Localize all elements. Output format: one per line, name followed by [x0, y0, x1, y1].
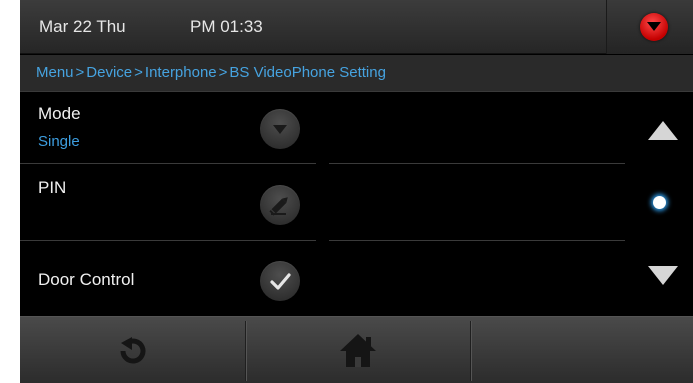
bottom-nav-empty-slot	[471, 317, 693, 383]
back-refresh-button[interactable]	[20, 317, 245, 383]
scroll-up-icon[interactable]	[648, 120, 678, 140]
chevron-down-icon	[273, 125, 287, 134]
setting-value-mode: Single	[38, 133, 80, 150]
breadcrumb-separator: >	[134, 64, 143, 81]
row-divider	[20, 163, 316, 164]
refresh-icon	[120, 337, 146, 364]
breadcrumb-item-interphone[interactable]: Interphone	[145, 64, 217, 81]
breadcrumb: Menu > Device > Interphone > BS VideoPhone Set…	[20, 55, 693, 92]
breadcrumb-separator: >	[75, 64, 85, 81]
setting-label-mode: Mode	[38, 104, 81, 123]
breadcrumb-trail: Menu > Device > Interphone > BS VideoPhone Set…	[36, 64, 386, 81]
notification-area[interactable]	[606, 0, 693, 54]
door-control-toggle[interactable]	[260, 261, 300, 301]
pencil-icon	[269, 197, 288, 216]
time-label: PM 01:33	[190, 17, 263, 36]
setting-label-door-control: Door Control	[38, 270, 135, 289]
triangle-down-icon	[647, 22, 661, 31]
breadcrumb-item-menu[interactable]: Menu	[36, 64, 74, 81]
row-divider	[329, 163, 625, 164]
device-screen: Mar 22 Thu PM 01:33 Menu > Device > Interpho…	[20, 0, 693, 383]
notification-dropdown-button[interactable]	[640, 13, 668, 41]
status-bar: Mar 22 Thu PM 01:33	[20, 0, 693, 54]
setting-label-pin: PIN	[38, 178, 67, 197]
bottom-nav-bar	[20, 316, 693, 383]
home-icon	[340, 334, 376, 367]
pin-edit-button[interactable]	[260, 185, 300, 225]
home-button[interactable]	[246, 317, 470, 383]
breadcrumb-item-current: BS VideoPhone Setting	[229, 64, 386, 81]
scroll-position-indicator	[653, 196, 666, 209]
scroll-down-icon[interactable]	[648, 266, 678, 286]
breadcrumb-separator: >	[218, 64, 228, 81]
row-divider	[20, 240, 316, 241]
mode-dropdown-button[interactable]	[260, 109, 300, 149]
checkmark-icon	[270, 273, 291, 290]
date-label: Mar 22 Thu	[39, 17, 126, 36]
row-divider	[329, 240, 625, 241]
breadcrumb-item-device[interactable]: Device	[86, 64, 132, 81]
